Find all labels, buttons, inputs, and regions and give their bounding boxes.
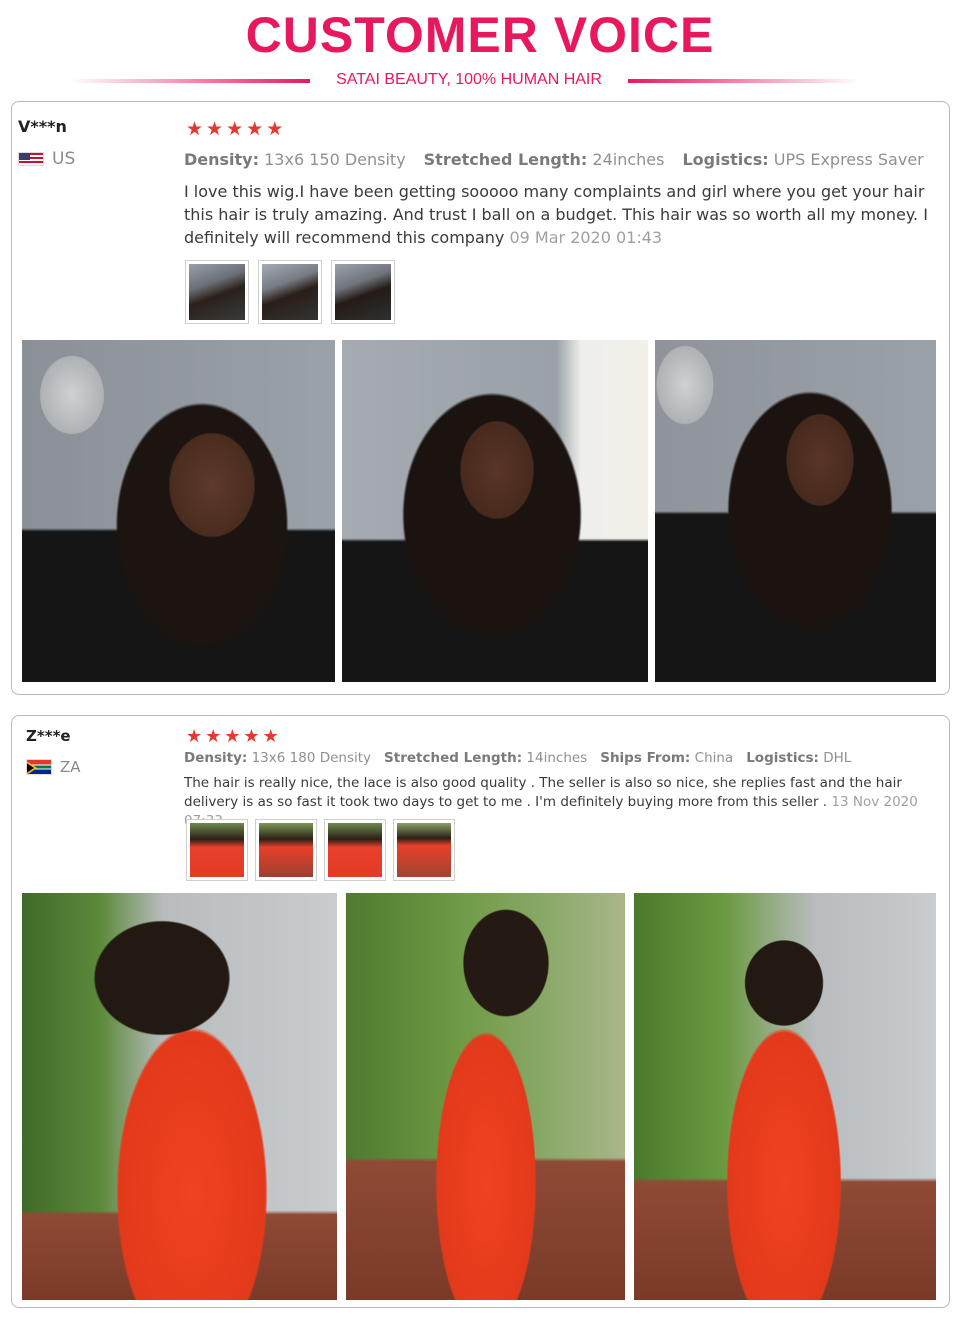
logistics-attribute: Logistics: UPS Express Saver	[682, 150, 923, 169]
review-card: V***n US ★ ★ ★ ★ ★ Density: 13x6 150 Den…	[11, 101, 950, 695]
za-flag-icon	[26, 759, 52, 775]
length-label: Stretched Length:	[423, 150, 588, 169]
country-code: ZA	[60, 758, 81, 776]
review-thumbnail[interactable]	[255, 819, 317, 881]
logistics-label: Logistics:	[682, 150, 769, 169]
review-thumbnail[interactable]	[324, 819, 386, 881]
review-photo[interactable]	[634, 893, 936, 1300]
review-thumbnail[interactable]	[393, 819, 455, 881]
star-icon: ★	[266, 118, 284, 140]
length-attribute: Stretched Length: 14inches	[384, 750, 587, 766]
review-body: The hair is really nice, the lace is als…	[184, 775, 902, 810]
thumbnail-strip	[186, 819, 455, 881]
logistics-value: UPS Express Saver	[773, 150, 924, 169]
star-icon: ★	[206, 118, 224, 140]
review-thumbnail[interactable]	[186, 819, 248, 881]
header-divider-right	[628, 79, 860, 83]
star-icon: ★	[186, 726, 203, 747]
ships-from-label: Ships From:	[600, 750, 691, 766]
logistics-attribute: Logistics: DHL	[746, 750, 851, 766]
review-photo[interactable]	[655, 340, 936, 682]
review-thumbnail[interactable]	[258, 260, 322, 324]
page-subtitle: SATAI BEAUTY, 100% HUMAN HAIR	[336, 71, 602, 88]
star-icon: ★	[243, 726, 260, 747]
review-thumbnail[interactable]	[185, 260, 249, 324]
review-photo[interactable]	[346, 893, 625, 1300]
density-label: Density:	[184, 150, 260, 169]
reviewer-country: ZA	[26, 758, 81, 776]
page-title: CUSTOMER VOICE	[245, 7, 715, 63]
review-text: I love this wig.I have been getting sooo…	[184, 180, 950, 249]
logistics-value: DHL	[823, 750, 852, 766]
length-value: 24inches	[592, 150, 665, 169]
density-value: 13x6 150 Density	[264, 150, 406, 169]
logistics-label: Logistics:	[746, 750, 819, 766]
star-icon: ★	[205, 726, 222, 747]
star-icon: ★	[224, 726, 241, 747]
star-icon: ★	[246, 118, 264, 140]
review-photo[interactable]	[342, 340, 648, 682]
star-icon: ★	[186, 118, 204, 140]
review-photo[interactable]	[22, 893, 337, 1300]
reviewer-country: US	[18, 149, 75, 169]
density-label: Density:	[184, 750, 248, 766]
length-attribute: Stretched Length: 24inches	[424, 150, 665, 169]
reviewer-name: Z***e	[26, 727, 71, 745]
ships-from-value: China	[694, 750, 734, 766]
density-attribute: Density: 13x6 150 Density	[184, 150, 406, 169]
country-code: US	[52, 149, 76, 169]
header-divider-left	[70, 79, 310, 83]
length-label: Stretched Length:	[384, 750, 523, 766]
review-attributes: Density: 13x6 150 Density Stretched Leng…	[184, 150, 924, 169]
rating-stars: ★ ★ ★ ★ ★	[186, 728, 279, 746]
reviewer-name: V***n	[18, 117, 67, 136]
review-card: Z***e ZA ★ ★ ★ ★ ★ Density: 13x6 180 Den…	[11, 715, 950, 1308]
review-thumbnail[interactable]	[331, 260, 395, 324]
review-attributes: Density: 13x6 180 Density Stretched Leng…	[184, 750, 851, 766]
star-icon: ★	[226, 118, 244, 140]
density-value: 13x6 180 Density	[251, 750, 372, 766]
review-photo[interactable]	[22, 340, 335, 682]
rating-stars: ★ ★ ★ ★ ★	[186, 120, 283, 139]
us-flag-icon	[18, 152, 44, 166]
star-icon: ★	[262, 726, 279, 747]
review-date: 09 Mar 2020 01:43	[509, 228, 663, 247]
density-attribute: Density: 13x6 180 Density	[184, 750, 371, 766]
thumbnail-strip	[185, 260, 395, 324]
ships-from-attribute: Ships From: China	[600, 750, 733, 766]
length-value: 14inches	[526, 750, 588, 766]
